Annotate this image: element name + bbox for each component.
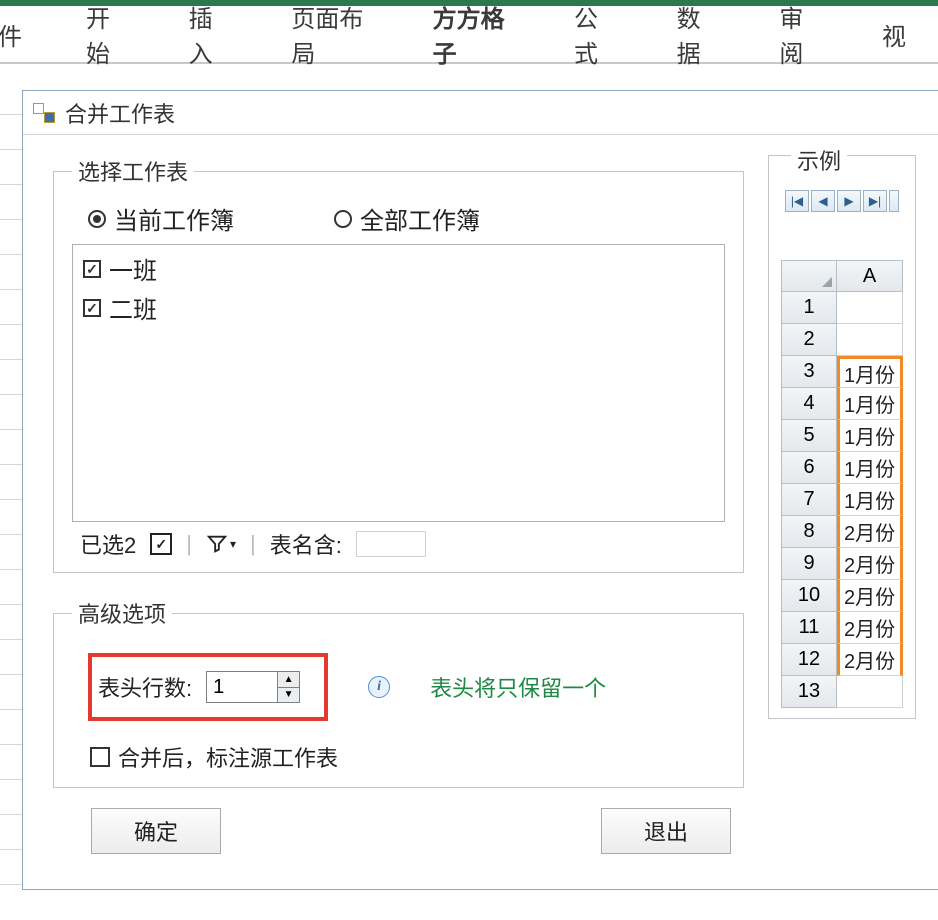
tab-insert[interactable]: 插入 [171,0,246,79]
row-header[interactable]: 8 [781,516,837,548]
header-rows-label: 表头行数: [98,671,192,703]
tab-formula[interactable]: 公式 [556,0,631,79]
tab-file[interactable]: 件 [0,7,40,62]
row-header[interactable]: 7 [781,484,837,516]
tab-view[interactable]: 视 [864,7,924,62]
example-grid: A 1231月份41月份51月份61月份71月份82月份92月份102月份112… [781,260,903,708]
cell[interactable]: 1月份 [837,388,903,420]
nav-prev[interactable]: ◀ [811,190,835,212]
row-header[interactable]: 9 [781,548,837,580]
cell[interactable]: 1月份 [837,484,903,516]
exit-button[interactable]: 退出 [601,808,731,854]
radio-icon [88,210,106,228]
dialog-title-text: 合并工作表 [65,97,175,129]
row-header[interactable]: 5 [781,420,837,452]
example-legend: 示例 [791,144,847,176]
radio-current-workbook[interactable]: 当前工作簿 [88,201,234,236]
col-header-a[interactable]: A [837,260,903,292]
row-header[interactable]: 4 [781,388,837,420]
cell[interactable]: 2月份 [837,580,903,612]
advanced-options-legend: 高级选项 [72,597,172,629]
row-header[interactable]: 1 [781,292,837,324]
select-all-checkbox[interactable] [150,533,172,555]
grid-corner[interactable] [781,260,837,292]
tab-review[interactable]: 审阅 [761,0,836,79]
cell[interactable] [837,292,903,324]
tab-page-layout[interactable]: 页面布局 [273,0,386,79]
spin-up[interactable]: ▲ [278,672,299,688]
name-contains-label: 表名含: [270,528,342,560]
cell[interactable]: 1月份 [837,356,903,388]
example-group: 示例 |◀ ◀ ▶ ▶| A 1231月份41月份51月份61月份71月份82月… [768,155,916,719]
info-icon: i [368,676,390,698]
row-header[interactable]: 13 [781,676,837,708]
cell[interactable] [837,324,903,356]
row-header[interactable]: 6 [781,452,837,484]
dialog-titlebar: 合并工作表 [23,91,938,135]
spin-down[interactable]: ▼ [278,688,299,703]
cell[interactable]: 2月份 [837,548,903,580]
tab-home[interactable]: 开始 [68,0,143,79]
ok-button[interactable]: 确定 [91,808,221,854]
list-item[interactable]: 一班 [83,249,714,288]
header-rows-highlight: 表头行数: ▲ ▼ [88,653,328,721]
select-sheets-legend: 选择工作表 [72,155,194,187]
filter-button[interactable]: ▾ [206,533,236,555]
chevron-down-icon: ▾ [230,537,236,551]
radio-all-workbooks[interactable]: 全部工作簿 [334,201,480,236]
header-rows-spinner[interactable]: ▲ ▼ [206,671,300,703]
ribbon-tabs: 件 开始 插入 页面布局 方方格子 公式 数据 审阅 视 [0,6,938,64]
annotate-source-label: 合并后，标注源工作表 [118,741,338,773]
checkbox-icon[interactable] [83,299,101,317]
cell[interactable]: 2月份 [837,516,903,548]
name-filter-input[interactable] [356,531,426,557]
nav-next[interactable]: ▶ [837,190,861,212]
row-header[interactable]: 12 [781,644,837,676]
annotate-source-checkbox[interactable] [90,747,110,767]
select-sheets-group: 选择工作表 当前工作簿 全部工作簿 一班 [53,155,744,573]
sheet-listbox[interactable]: 一班 二班 [72,244,725,522]
funnel-icon [206,533,228,555]
nav-first[interactable]: |◀ [785,190,809,212]
checkbox-icon[interactable] [83,260,101,278]
selected-count: 已选2 [80,528,136,560]
cell[interactable]: 1月份 [837,420,903,452]
app-icon [33,103,55,123]
tab-fangfang[interactable]: 方方格子 [415,0,528,79]
cell[interactable]: 1月份 [837,452,903,484]
row-header[interactable]: 11 [781,612,837,644]
advanced-options-group: 高级选项 表头行数: ▲ ▼ i 表头将只保留一个 [53,597,744,788]
row-header[interactable]: 10 [781,580,837,612]
header-hint: 表头将只保留一个 [430,671,606,703]
row-header[interactable]: 3 [781,356,837,388]
cell[interactable]: 2月份 [837,612,903,644]
cell[interactable]: 2月份 [837,644,903,676]
example-nav: |◀ ◀ ▶ ▶| [781,188,903,220]
list-item[interactable]: 二班 [83,288,714,327]
tab-data[interactable]: 数据 [659,0,734,79]
merge-sheets-dialog: 合并工作表 选择工作表 当前工作簿 全部工作簿 [22,90,938,890]
cell[interactable] [837,676,903,708]
radio-icon [334,210,352,228]
header-rows-input[interactable] [207,672,277,702]
nav-last[interactable]: ▶| [863,190,887,212]
row-header[interactable]: 2 [781,324,837,356]
